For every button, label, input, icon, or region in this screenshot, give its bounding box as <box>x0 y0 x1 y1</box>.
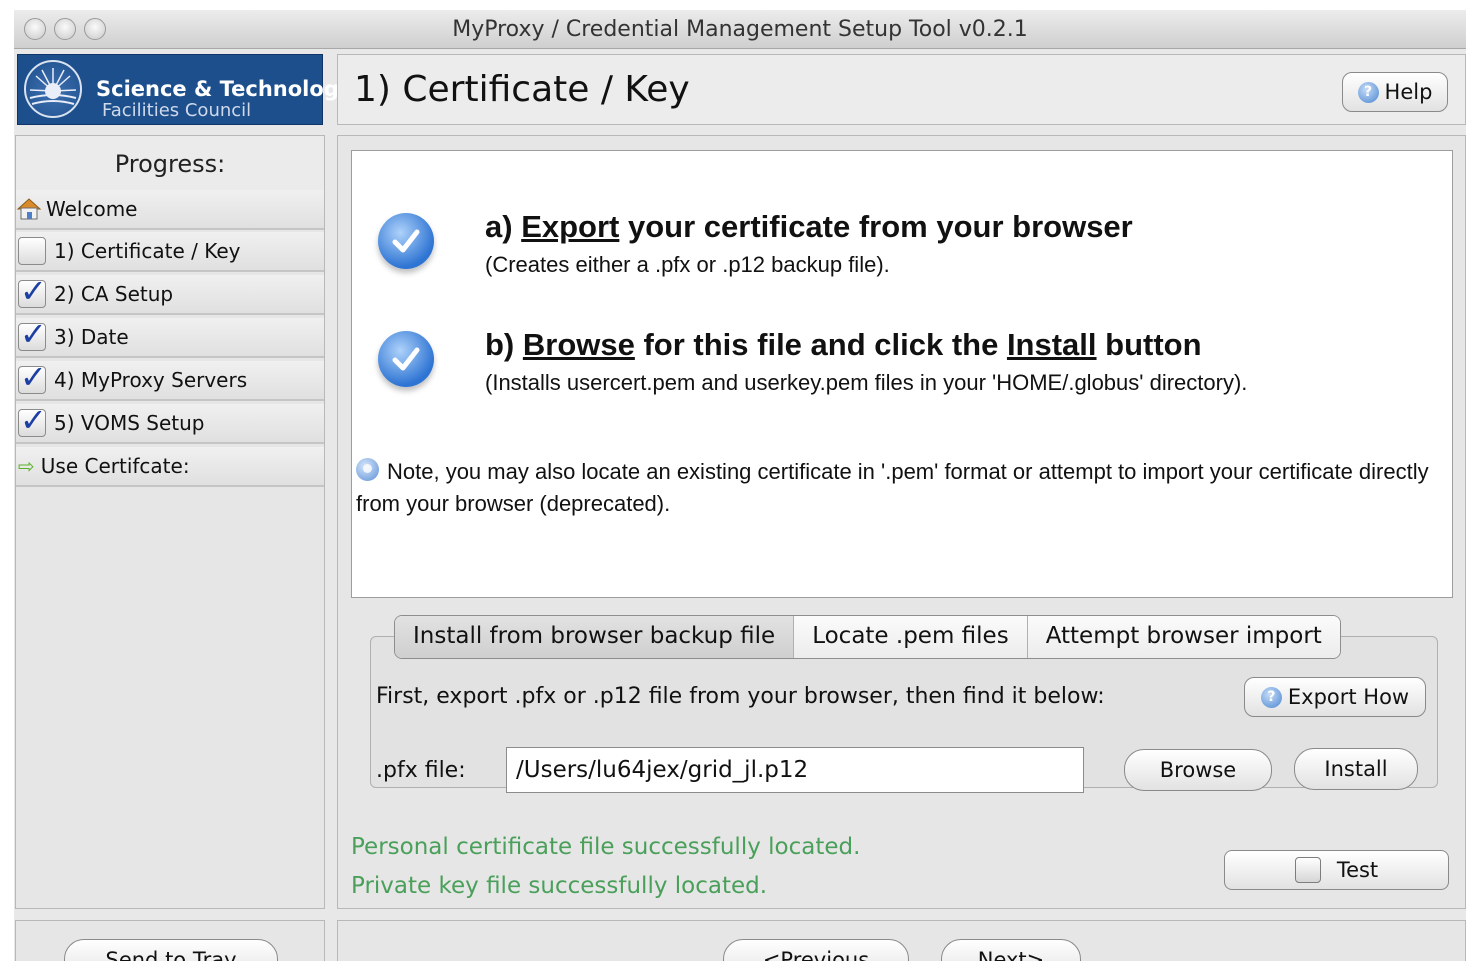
checked-checkbox-icon: ✓ <box>18 358 47 396</box>
title-bar: MyProxy / Credential Management Setup To… <box>14 10 1466 49</box>
sidebar-item-label: 5) VOMS Setup <box>54 411 205 435</box>
home-icon <box>16 197 42 221</box>
tab-locate-pem-files[interactable]: Locate .pem files <box>794 616 1028 658</box>
sidebar-item-date[interactable]: ✓ 3) Date <box>16 315 324 358</box>
sidebar-item-label: Welcome <box>46 197 138 221</box>
help-icon: ? <box>1357 81 1379 103</box>
window-title: MyProxy / Credential Management Setup To… <box>452 17 1028 42</box>
sidebar-item-use-certificate[interactable]: ⇨ Use Certifcate: <box>16 447 324 487</box>
step-b-middle: for this file and click the <box>634 327 1007 362</box>
page-title: 1) Certificate / Key <box>354 69 690 110</box>
sidebar-item-myproxy-servers[interactable]: ✓ 4) MyProxy Servers <box>16 358 324 401</box>
note-body: Note, you may also locate an existing ce… <box>356 459 1429 516</box>
step-b-description: (Installs usercert.pem and userkey.pem f… <box>485 370 1248 395</box>
export-how-button[interactable]: ? Export How <box>1244 677 1426 717</box>
next-button[interactable]: Next> <box>941 939 1081 961</box>
progress-sidebar: Progress: Welcome 1) Certificate / Key ✓… <box>15 135 325 909</box>
browse-button[interactable]: Browse <box>1124 749 1272 791</box>
step-b-title: b) Browse for this file and click the In… <box>485 327 1202 363</box>
test-checkbox[interactable] <box>1294 857 1321 883</box>
browse-link[interactable]: Browse <box>523 327 635 362</box>
checked-checkbox-icon: ✓ <box>18 272 47 310</box>
sidebar-item-ca-setup[interactable]: ✓ 2) CA Setup <box>16 272 324 315</box>
status-key-located: Private key file successfully located. <box>351 873 768 899</box>
step-a-prefix: a) <box>485 209 522 244</box>
app-window: MyProxy / Credential Management Setup To… <box>14 10 1466 961</box>
export-how-label: Export How <box>1287 685 1410 709</box>
tab-attempt-browser-import[interactable]: Attempt browser import <box>1027 616 1340 658</box>
tab-install-from-backup[interactable]: Install from browser backup file <box>395 616 795 658</box>
logo-line2: Facilities Council <box>102 100 252 121</box>
checked-checkbox-icon: ✓ <box>18 401 47 439</box>
sidebar-item-welcome[interactable]: Welcome <box>16 190 324 230</box>
install-link[interactable]: Install <box>1007 327 1097 362</box>
step-b-rest: button <box>1096 327 1202 362</box>
footer-right: <Previous Next> <box>337 920 1466 961</box>
stfc-logo: Science & Technology Facilities Council <box>17 54 353 125</box>
checkmark-badge-icon <box>378 331 434 387</box>
sidebar-item-label: 4) MyProxy Servers <box>54 368 248 392</box>
info-icon <box>356 458 379 481</box>
send-to-tray-button[interactable]: Send to Tray <box>64 939 278 961</box>
export-prompt: First, export .pfx or .p12 file from you… <box>376 684 1105 709</box>
checked-checkbox-icon: ✓ <box>18 315 47 353</box>
note-text: Note, you may also locate an existing ce… <box>356 456 1436 520</box>
status-certificate-located: Personal certificate file successfully l… <box>351 834 861 860</box>
export-link[interactable]: Export <box>521 209 619 244</box>
arrow-right-icon: ⇨ <box>18 454 35 478</box>
tab-bar: Install from browser backup file Locate … <box>394 615 1341 659</box>
step-a-description: (Creates either a .pfx or .p12 backup fi… <box>485 252 890 277</box>
install-button[interactable]: Install <box>1294 748 1418 790</box>
instructions-box: a) Export your certificate from your bro… <box>351 150 1453 598</box>
sidebar-item-voms-setup[interactable]: ✓ 5) VOMS Setup <box>16 401 324 444</box>
page-header: 1) Certificate / Key ? Help <box>337 54 1466 125</box>
checkmark-badge-icon <box>378 213 434 269</box>
footer-left: Send to Tray <box>15 920 325 961</box>
test-label: Test <box>1336 858 1379 882</box>
sidebar-item-certificate-key[interactable]: 1) Certificate / Key <box>16 232 324 272</box>
main-panel: a) Export your certificate from your bro… <box>337 135 1466 909</box>
pfx-file-input[interactable]: /Users/lu64jex/grid_jl.p12 <box>506 747 1084 793</box>
help-button[interactable]: ? Help <box>1342 72 1448 112</box>
progress-heading: Progress: <box>16 136 324 191</box>
step-a-title: a) Export your certificate from your bro… <box>485 209 1133 245</box>
test-button[interactable]: Test <box>1224 850 1449 890</box>
sidebar-item-label: 3) Date <box>54 325 129 349</box>
help-icon: ? <box>1260 686 1282 708</box>
sidebar-item-label: Use Certifcate: <box>40 454 190 478</box>
sidebar-item-label: 1) Certificate / Key <box>54 239 241 263</box>
step-a-rest: your certificate from your browser <box>619 209 1133 244</box>
step-b-prefix: b) <box>485 327 523 362</box>
stfc-emblem-icon <box>24 60 82 118</box>
help-button-label: Help <box>1384 80 1433 104</box>
pfx-file-label: .pfx file: <box>376 758 466 783</box>
sidebar-item-label: 2) CA Setup <box>54 282 174 306</box>
logo-line1: Science & Technology <box>96 77 353 101</box>
unchecked-checkbox-icon <box>18 237 46 265</box>
previous-button[interactable]: <Previous <box>723 939 909 961</box>
